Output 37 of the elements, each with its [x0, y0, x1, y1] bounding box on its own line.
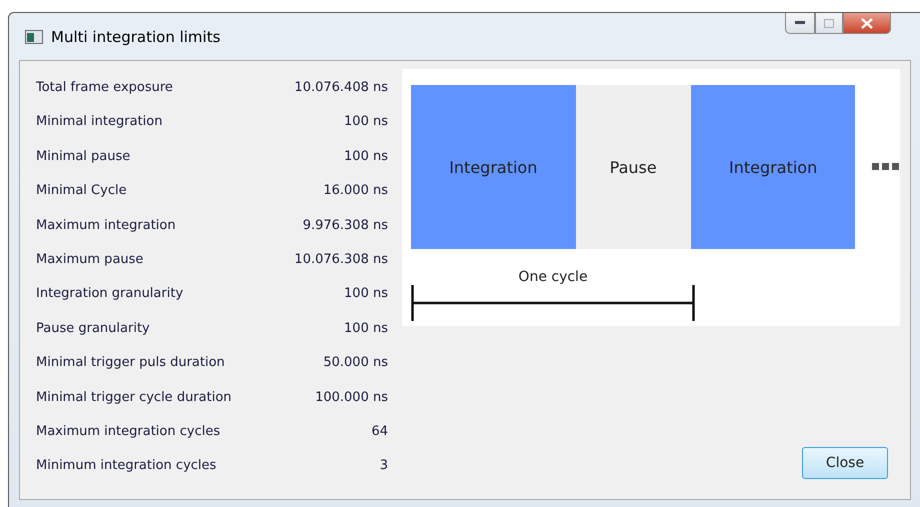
limit-value: 9.976.308 ns: [302, 218, 388, 235]
limit-value: 100 ns: [344, 286, 388, 304]
ellipsis-icon: [872, 163, 900, 171]
limit-value: 3: [380, 458, 388, 476]
limit-value: 100 ns: [344, 114, 388, 132]
limit-label: Minimal integration: [36, 114, 162, 132]
cycle-label: One cycle: [518, 269, 588, 285]
limit-value: 10.076.308 ns: [294, 252, 388, 269]
limit-label: Maximum integration: [36, 218, 176, 235]
integration-block: Integration: [411, 85, 576, 249]
integration-block: Integration: [690, 85, 856, 249]
window-icon: [25, 30, 43, 44]
limit-value: 100 ns: [344, 320, 388, 338]
limit-label: Minimum integration cycles: [36, 458, 216, 476]
maximize-icon: [824, 18, 834, 28]
close-window-button[interactable]: [843, 13, 891, 34]
limit-label: Minimal pause: [36, 148, 130, 166]
limit-label: Integration granularity: [36, 286, 184, 304]
limit-label: Minimal Cycle: [36, 183, 127, 200]
limit-value: 100 ns: [344, 148, 388, 166]
pause-block: Pause: [576, 85, 691, 249]
limit-value: 64: [371, 424, 388, 441]
limit-value: 16.000 ns: [323, 183, 388, 200]
limit-value: 50.000 ns: [323, 355, 388, 372]
limit-label: Minimal trigger cycle duration: [36, 390, 232, 407]
limit-label: Total frame exposure: [36, 80, 173, 97]
limit-label: Maximum integration cycles: [36, 424, 220, 441]
window-title: Multi integration limits: [51, 28, 220, 46]
minimize-button[interactable]: [785, 13, 815, 34]
limit-value: 100.000 ns: [315, 390, 388, 407]
limit-label: Pause granularity: [36, 320, 150, 338]
limit-value: 10.076.408 ns: [294, 80, 388, 97]
limit-label: Minimal trigger puls duration: [36, 355, 225, 372]
limit-label: Maximum pause: [36, 252, 144, 269]
close-icon: [861, 18, 873, 28]
minimize-icon: [795, 21, 805, 25]
close-button[interactable]: Close: [802, 447, 888, 479]
